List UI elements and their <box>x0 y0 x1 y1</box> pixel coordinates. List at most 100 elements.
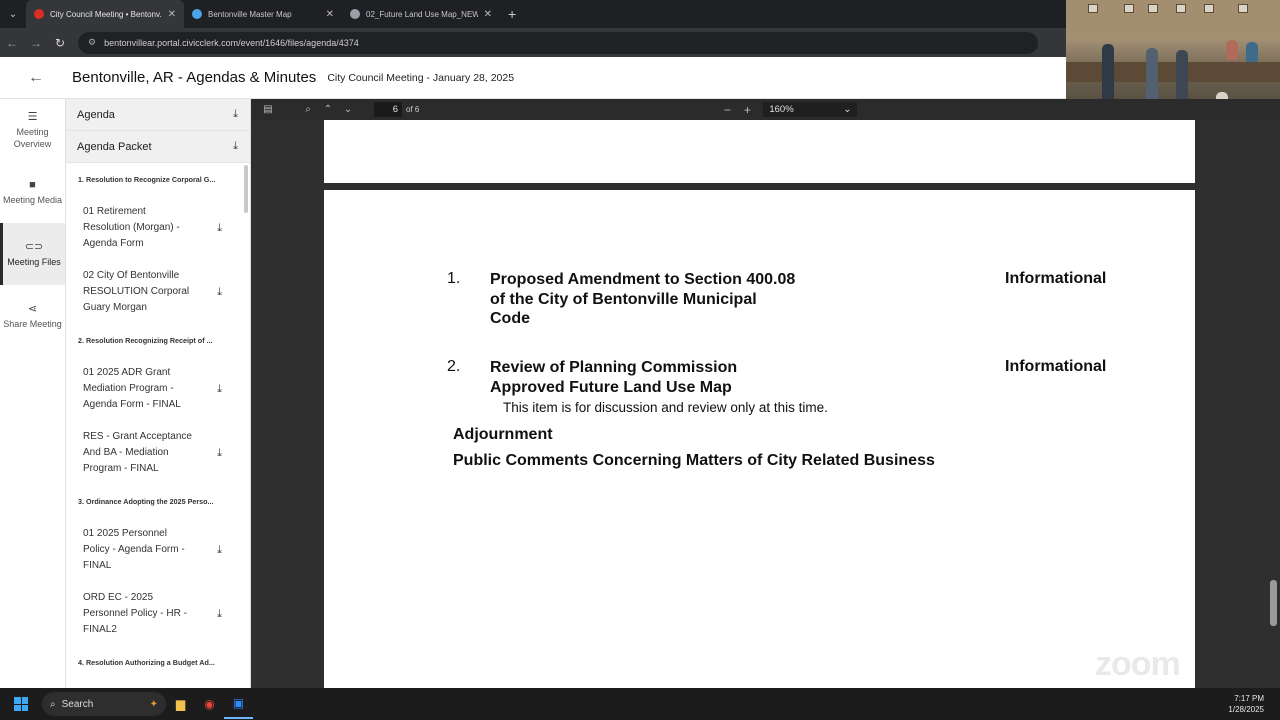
video-frame-1 <box>1088 4 1098 13</box>
agenda-packet-row[interactable]: Agenda Packet ⤓ <box>66 131 250 163</box>
download-icon[interactable]: ⤓ <box>217 447 222 460</box>
meeting-title: City Council Meeting - January 28, 2025 <box>327 71 515 84</box>
files-scrollbar[interactable] <box>244 165 248 213</box>
file-explorer-icon[interactable]: ▆ <box>166 697 195 711</box>
file-name: RES - Grant Acceptance And BA - Mediatio… <box>83 431 192 474</box>
close-icon[interactable]: ✕ <box>326 9 334 20</box>
back-arrow-icon[interactable]: ← <box>0 36 24 50</box>
app-header: ← Bentonville, AR - Agendas & Minutes Ci… <box>0 57 1066 99</box>
item-status: Informational <box>1005 358 1107 375</box>
search-label: Search <box>61 698 94 710</box>
windows-logo-icon <box>14 697 28 711</box>
close-icon[interactable]: ✕ <box>484 9 492 20</box>
share-icon: ⋖ <box>27 302 38 315</box>
item-line: Proposed Amendment to Section 400.08 <box>490 271 796 288</box>
favicon-icon <box>34 9 44 19</box>
favicon-icon <box>350 9 360 19</box>
site-info-icon[interactable]: ⚙ <box>88 37 96 48</box>
search-highlight-icon: ✦ <box>149 698 158 710</box>
search-icon[interactable]: ⌕ <box>298 104 318 115</box>
item-status: Informational <box>1005 270 1107 287</box>
zoom-out-icon[interactable]: − <box>717 103 737 117</box>
rail-meeting-overview[interactable]: ☰ Meeting Overview <box>0 99 65 161</box>
taskbar-search[interactable]: ⌕ Search ✦ <box>42 692 166 716</box>
tab-master-map[interactable]: Bentonville Master Map ✕ <box>184 0 342 28</box>
file-name: 01 2025 Personnel Policy - Agenda Form -… <box>83 528 185 571</box>
chrome-icon[interactable]: ◉ <box>195 697 224 711</box>
tab-city-council-meeting[interactable]: City Council Meeting • Bentonv... ✕ <box>26 0 184 28</box>
zoom-in-icon[interactable]: + <box>737 103 757 117</box>
search-icon: ⌕ <box>50 698 56 710</box>
download-icon[interactable]: ⤓ <box>233 108 238 121</box>
file-item[interactable]: RES - Grant Acceptance And BA - Mediatio… <box>66 421 250 485</box>
rail-share-meeting[interactable]: ⋖ Share Meeting <box>0 285 65 347</box>
section-header[interactable]: 2. Resolution Recognizing Receipt of ... <box>66 324 250 357</box>
address-bar[interactable]: ⚙ bentonvillear.portal.civicclerk.com/ev… <box>78 31 1038 54</box>
video-person <box>1102 44 1114 104</box>
new-tab-icon[interactable]: + <box>500 6 524 22</box>
rail-label: Share Meeting <box>3 318 62 329</box>
system-clock[interactable]: 7:17 PM 1/28/2025 <box>1228 693 1280 715</box>
file-item[interactable]: 01 2025 Personnel Policy - Agenda Form -… <box>66 518 250 582</box>
page-total: of 6 <box>406 105 420 114</box>
rail-label: Meeting Files <box>7 256 61 267</box>
section-header[interactable]: 3. Ordinance Adopting the 2025 Perso... <box>66 485 250 518</box>
pdf-viewer[interactable]: 1. Proposed Amendment to Section 400.08 … <box>251 120 1280 688</box>
video-person <box>1146 48 1158 104</box>
viewer-scrollbar[interactable] <box>1270 580 1277 626</box>
rail-meeting-media[interactable]: ■ Meeting Media <box>0 161 65 223</box>
item-line: of the City of Bentonville Municipal <box>490 290 757 308</box>
download-icon[interactable]: ⤓ <box>217 544 222 557</box>
file-name: ORD EC - 2025 Personnel Policy - HR - FI… <box>83 592 187 635</box>
video-desk <box>1066 62 1280 82</box>
forward-arrow-icon[interactable]: → <box>24 36 48 50</box>
item-line: Review of Planning Commission <box>490 359 738 376</box>
video-frame-5 <box>1204 4 1214 13</box>
windows-taskbar: ⌕ Search ✦ ▆ ◉ ▣ 7:17 PM 1/28/2025 <box>0 688 1280 720</box>
download-icon[interactable]: ⤓ <box>217 383 222 396</box>
rail-label: Meeting Media <box>2 194 63 205</box>
video-frame-6 <box>1238 4 1248 13</box>
list-icon: ☰ <box>27 110 38 123</box>
agenda-item-1: Proposed Amendment to Section 400.08 of … <box>490 270 795 329</box>
video-person <box>1226 40 1238 60</box>
mouse-cursor-icon <box>570 663 575 677</box>
file-item[interactable]: 01 2025 ADR Grant Mediation Program - Ag… <box>66 357 250 421</box>
pdf-page: 1. Proposed Amendment to Section 400.08 … <box>324 190 1195 688</box>
adjournment-heading: Adjournment <box>453 426 553 443</box>
org-title: Bentonville, AR - Agendas & Minutes <box>72 69 317 86</box>
back-icon[interactable]: ← <box>0 69 72 87</box>
chevron-up-icon[interactable]: ⌃ <box>318 104 338 115</box>
section-header[interactable]: 4. Resolution Authorizing a Budget Ad... <box>66 646 250 679</box>
chevron-down-icon[interactable]: ⌄ <box>338 104 358 115</box>
reload-icon[interactable]: ↻ <box>48 36 72 50</box>
agenda-row[interactable]: Agenda ⤓ <box>66 99 250 131</box>
item-note: This item is for discussion and review o… <box>503 400 828 415</box>
browser-tab-bar: ⌄ City Council Meeting • Bentonv... ✕ Be… <box>0 0 1066 28</box>
page-number-input[interactable]: 6 <box>374 102 402 117</box>
zoom-app-icon[interactable]: ▣ <box>224 689 253 719</box>
file-item[interactable]: 02 City Of Bentonville RESOLUTION Corpor… <box>66 260 250 324</box>
file-item[interactable]: 01 Retirement Resolution (Morgan) - Agen… <box>66 196 250 260</box>
section-header[interactable]: 1. Resolution to Recognize Corporal G... <box>66 163 250 196</box>
tab-title: Bentonville Master Map <box>208 9 292 19</box>
sidebar-toggle-icon[interactable]: ▤ <box>258 104 278 115</box>
item-line: Code <box>490 310 530 327</box>
tab-title: City Council Meeting • Bentonv... <box>50 9 162 19</box>
file-name: 01 2025 ADR Grant Mediation Program - Ag… <box>83 367 181 410</box>
download-icon[interactable]: ⤓ <box>233 140 238 153</box>
download-icon[interactable]: ⤓ <box>217 222 222 235</box>
tab-future-land-use-map[interactable]: 02_Future Land Use Map_NEW ✕ <box>342 0 500 28</box>
download-icon[interactable]: ⤓ <box>217 286 222 299</box>
video-frame-3 <box>1148 4 1158 13</box>
download-icon[interactable]: ⤓ <box>217 608 222 621</box>
rail-meeting-files[interactable]: ⊂⊃ Meeting Files <box>0 223 65 285</box>
files-panel: Agenda ⤓ Agenda Packet ⤓ 1. Resolution t… <box>66 99 251 688</box>
start-button[interactable] <box>0 697 42 711</box>
chevron-down-icon: ⌄ <box>843 104 852 115</box>
close-icon[interactable]: ✕ <box>168 9 176 20</box>
agenda-packet-label: Agenda Packet <box>77 140 152 153</box>
zoom-select[interactable]: 160% ⌄ <box>763 102 858 117</box>
tab-search-icon[interactable]: ⌄ <box>0 0 26 28</box>
file-item[interactable]: ORD EC - 2025 Personnel Policy - HR - FI… <box>66 582 250 646</box>
